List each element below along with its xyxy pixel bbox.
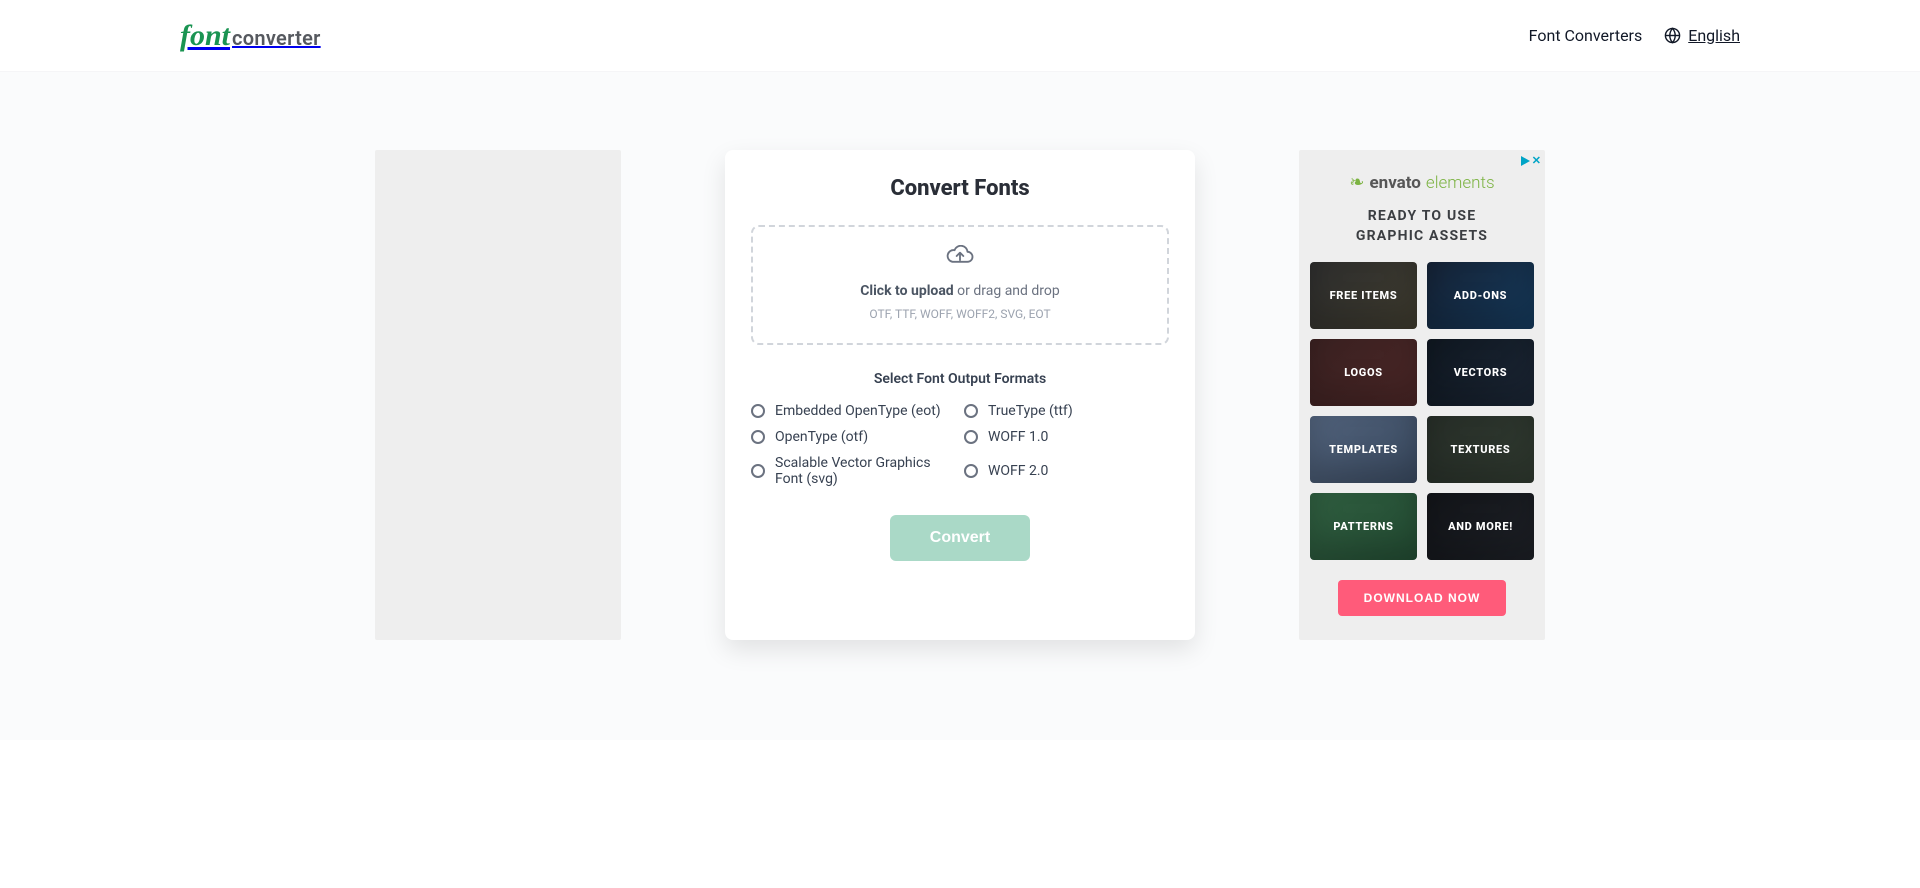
formats-grid: Embedded OpenType (eot) TrueType (ttf) O… xyxy=(751,403,1169,487)
radio-icon xyxy=(964,430,978,444)
adchoices-badge[interactable]: ✕ xyxy=(1521,154,1541,167)
ad-tile-textures[interactable]: TEXTURES xyxy=(1427,416,1534,483)
converter-card: Convert Fonts Click to upload or drag an… xyxy=(725,150,1195,640)
format-label: WOFF 1.0 xyxy=(988,429,1048,445)
format-option-otf[interactable]: OpenType (otf) xyxy=(751,429,956,445)
ad-headline: READY TO USE GRAPHIC ASSETS xyxy=(1356,207,1488,246)
format-option-eot[interactable]: Embedded OpenType (eot) xyxy=(751,403,956,419)
format-option-woff2[interactable]: WOFF 2.0 xyxy=(964,455,1169,487)
format-label: Scalable Vector Graphics Font (svg) xyxy=(775,455,956,487)
format-label: TrueType (ttf) xyxy=(988,403,1073,419)
format-option-woff1[interactable]: WOFF 1.0 xyxy=(964,429,1169,445)
upload-bold: Click to upload xyxy=(860,283,953,299)
convert-button[interactable]: Convert xyxy=(890,515,1030,561)
right-ad[interactable]: ✕ ❧ envato elements READY TO USE GRAPHIC … xyxy=(1299,150,1545,640)
format-option-ttf[interactable]: TrueType (ttf) xyxy=(964,403,1169,419)
cloud-upload-icon xyxy=(945,245,975,267)
format-label: WOFF 2.0 xyxy=(988,463,1048,479)
ad-tile-templates[interactable]: TEMPLATES xyxy=(1310,416,1417,483)
leaf-icon: ❧ xyxy=(1349,172,1364,193)
ad-headline-line2: GRAPHIC ASSETS xyxy=(1356,228,1488,244)
logo-text: converter xyxy=(232,26,321,50)
radio-icon xyxy=(751,430,765,444)
language-label: English xyxy=(1688,26,1740,45)
ad-close-icon: ✕ xyxy=(1532,154,1541,167)
card-title: Convert Fonts xyxy=(751,176,1169,201)
site-header: font converter Font Converters English xyxy=(0,0,1920,72)
language-selector[interactable]: English xyxy=(1664,26,1740,45)
radio-icon xyxy=(751,464,765,478)
adchoices-icon xyxy=(1521,156,1530,166)
ad-tile-add-ons[interactable]: ADD-ONS xyxy=(1427,262,1534,329)
upload-formats-hint: OTF, TTF, WOFF, WOFF2, SVG, EOT xyxy=(763,307,1157,321)
logo-script-text: font xyxy=(180,19,230,53)
radio-icon xyxy=(964,464,978,478)
page-body: Convert Fonts Click to upload or drag an… xyxy=(0,72,1920,740)
ad-headline-line1: READY TO USE xyxy=(1368,208,1477,224)
content-container: Convert Fonts Click to upload or drag an… xyxy=(375,150,1545,640)
globe-icon xyxy=(1664,27,1681,44)
ad-tile-and-more[interactable]: AND MORE! xyxy=(1427,493,1534,560)
upload-rest: or drag and drop xyxy=(954,283,1060,299)
radio-icon xyxy=(751,404,765,418)
ad-tile-free-items[interactable]: FREE ITEMS xyxy=(1310,262,1417,329)
upload-dropzone[interactable]: Click to upload or drag and drop OTF, TT… xyxy=(751,225,1169,345)
ad-tile-vectors[interactable]: VECTORS xyxy=(1427,339,1534,406)
ad-tile-logos[interactable]: LOGOS xyxy=(1310,339,1417,406)
output-formats-label: Select Font Output Formats xyxy=(751,371,1169,387)
ad-download-button[interactable]: DOWNLOAD NOW xyxy=(1338,580,1507,616)
ad-logo: ❧ envato elements xyxy=(1349,172,1494,193)
upload-primary-text: Click to upload or drag and drop xyxy=(763,283,1157,299)
ad-brand1: envato xyxy=(1369,173,1420,193)
format-option-svg[interactable]: Scalable Vector Graphics Font (svg) xyxy=(751,455,956,487)
nav-font-converters[interactable]: Font Converters xyxy=(1529,26,1643,45)
left-ad-placeholder xyxy=(375,150,621,640)
format-label: Embedded OpenType (eot) xyxy=(775,403,941,419)
main-nav: Font Converters English xyxy=(1529,26,1740,45)
ad-brand2: elements xyxy=(1426,173,1495,193)
ad-tile-patterns[interactable]: PATTERNS xyxy=(1310,493,1417,560)
logo[interactable]: font converter xyxy=(180,19,321,53)
format-label: OpenType (otf) xyxy=(775,429,868,445)
ad-tiles: FREE ITEMS ADD-ONS LOGOS VECTORS TEMPLAT… xyxy=(1310,262,1534,560)
radio-icon xyxy=(964,404,978,418)
